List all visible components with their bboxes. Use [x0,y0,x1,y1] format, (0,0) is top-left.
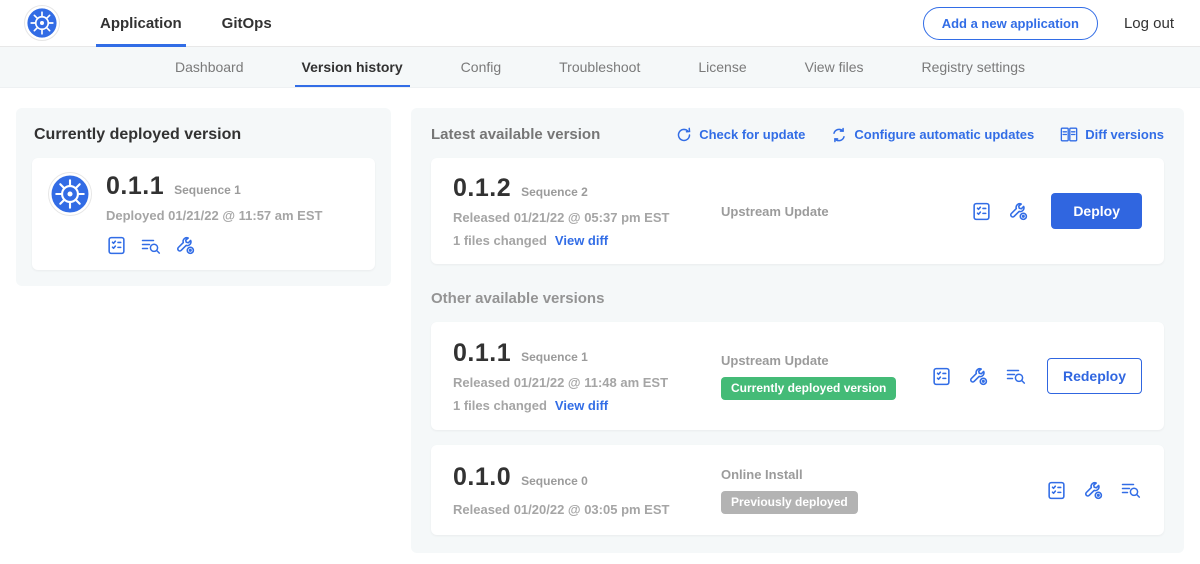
subnav-item-troubleshoot[interactable]: Troubleshoot [530,47,669,87]
latest-available-title: Latest available version [431,126,600,143]
deployed-version-number: 0.1.1 [106,172,164,201]
view-diff-link[interactable]: View diff [555,398,608,413]
app-subnav: Dashboard Version history Config Trouble… [0,47,1200,88]
kubernetes-logo [48,172,92,216]
edit-config-icon[interactable] [1008,201,1029,222]
logout-link[interactable]: Log out [1124,15,1174,32]
subnav-item-view-files[interactable]: View files [776,47,893,87]
edit-config-icon[interactable] [175,235,196,256]
deploy-logs-icon[interactable] [140,236,162,256]
version-source-label: Upstream Update [721,204,971,219]
version-card-0-1-1: 0.1.1 Sequence 1 Released 01/21/22 @ 11:… [431,322,1164,430]
version-source-label: Online Install [721,467,1046,482]
subnav-item-registry-settings[interactable]: Registry settings [893,47,1054,87]
version-number: 0.1.0 [453,463,511,492]
released-timestamp: Released 01/21/22 @ 05:37 pm EST [453,210,711,225]
sequence-label: Sequence 1 [521,350,588,364]
version-number: 0.1.1 [453,339,511,368]
diff-versions-link[interactable]: Diff versions [1060,126,1164,143]
deployed-version-card: 0.1.1 Sequence 1 Deployed 01/21/22 @ 11:… [32,158,375,270]
version-source-label: Upstream Update [721,353,931,368]
version-number: 0.1.2 [453,174,511,203]
subnav-item-version-history[interactable]: Version history [273,47,432,87]
deployed-panel-title: Currently deployed version [34,126,373,144]
main-content: Currently deployed version 0.1.1 Sequenc… [0,88,1200,564]
released-timestamp: Released 01/21/22 @ 11:48 am EST [453,375,711,390]
deployed-sequence-label: Sequence 1 [174,183,241,197]
files-changed-label: 1 files changed [453,233,547,248]
view-diff-link[interactable]: View diff [555,233,608,248]
auto-update-icon [831,127,847,143]
tab-gitops[interactable]: GitOps [222,0,272,47]
previously-deployed-badge: Previously deployed [721,491,858,514]
other-available-versions-title: Other available versions [431,290,1164,307]
configure-automatic-updates-link[interactable]: Configure automatic updates [831,127,1034,143]
edit-config-icon[interactable] [968,366,989,387]
released-timestamp: Released 01/20/22 @ 03:05 pm EST [453,502,711,517]
diff-icon [1060,126,1078,143]
redeploy-button[interactable]: Redeploy [1047,358,1142,394]
currently-deployed-badge: Currently deployed version [721,377,896,400]
release-notes-icon[interactable] [931,366,952,387]
subnav-item-dashboard[interactable]: Dashboard [146,47,273,87]
version-history-panel: Latest available version Check for updat… [411,108,1184,553]
deployed-timestamp: Deployed 01/21/22 @ 11:57 am EST [106,208,322,223]
tab-application[interactable]: Application [100,0,182,47]
edit-config-icon[interactable] [1083,480,1104,501]
deploy-button[interactable]: Deploy [1051,193,1142,229]
version-card-0-1-2: 0.1.2 Sequence 2 Released 01/21/22 @ 05:… [431,158,1164,264]
subnav-item-license[interactable]: License [669,47,775,87]
files-changed-label: 1 files changed [453,398,547,413]
deploy-logs-icon[interactable] [1120,480,1142,500]
refresh-icon [676,127,692,143]
version-card-0-1-0: 0.1.0 Sequence 0 Released 01/20/22 @ 03:… [431,445,1164,535]
deploy-logs-icon[interactable] [1005,366,1027,386]
app-header: Application GitOps Add a new application… [0,0,1200,47]
release-notes-icon[interactable] [1046,480,1067,501]
subnav-item-config[interactable]: Config [432,47,530,87]
check-for-update-link[interactable]: Check for update [676,127,805,143]
release-notes-icon[interactable] [971,201,992,222]
add-application-button[interactable]: Add a new application [923,7,1098,40]
release-notes-icon[interactable] [106,235,127,256]
sequence-label: Sequence 0 [521,474,588,488]
kubernetes-logo [24,5,60,41]
sequence-label: Sequence 2 [521,185,588,199]
currently-deployed-panel: Currently deployed version 0.1.1 Sequenc… [16,108,391,286]
